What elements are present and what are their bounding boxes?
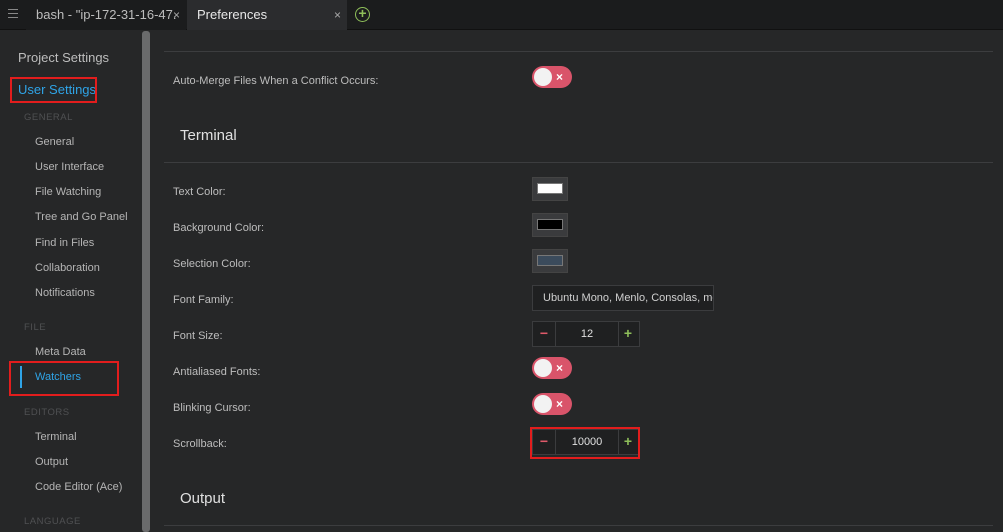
auto-merge-label: Auto-Merge Files When a Conflict Occurs: (173, 75, 379, 87)
tab-bar: bash - "ip-172-31-16-47.u × Preferences … (0, 0, 1003, 30)
sidebar-item-file-watching[interactable]: File Watching (35, 186, 101, 198)
font-size-decrement-button[interactable]: − (533, 322, 555, 346)
toggle-off-icon: × (556, 397, 564, 411)
antialiased-fonts-label: Antialiased Fonts: (173, 366, 261, 378)
toggle-off-icon: × (556, 361, 564, 375)
scrollback-label: Scrollback: (173, 438, 227, 450)
blinking-cursor-toggle[interactable]: × (532, 393, 572, 415)
font-family-label: Font Family: (173, 294, 234, 306)
sidebar-item-meta-data[interactable]: Meta Data (35, 346, 86, 358)
sidebar-item-tree-and-go-panel[interactable]: Tree and Go Panel (35, 211, 128, 223)
highlight-watchers (9, 361, 119, 396)
sidebar-item-output[interactable]: Output (35, 456, 68, 468)
sidebar-item-terminal[interactable]: Terminal (35, 431, 77, 443)
toggle-knob (534, 359, 552, 377)
highlight-user-settings (10, 77, 97, 103)
tab-bash[interactable]: bash - "ip-172-31-16-47.u × (26, 0, 186, 30)
sidebar-group-general: GENERAL (24, 112, 73, 123)
highlight-scrollback (530, 427, 640, 459)
toggle-knob (534, 68, 552, 86)
sidebar-group-language: LANGUAGE (24, 516, 81, 527)
selection-color-label: Selection Color: (173, 258, 251, 270)
font-family-input[interactable]: Ubuntu Mono, Menlo, Consolas, monospace (532, 285, 714, 311)
blinking-cursor-label: Blinking Cursor: (173, 402, 251, 414)
divider-terminal (164, 162, 993, 163)
selection-color-picker[interactable] (532, 249, 568, 273)
sidebar-item-find-in-files[interactable]: Find in Files (35, 237, 94, 249)
toggle-off-icon: × (556, 70, 564, 84)
sidebar-scrollbar[interactable] (142, 31, 150, 532)
hamburger-menu-icon[interactable] (8, 9, 18, 19)
sidebar-item-user-interface[interactable]: User Interface (35, 161, 104, 173)
sidebar-item-notifications[interactable]: Notifications (35, 287, 95, 299)
section-title-output: Output (180, 490, 226, 507)
text-color-picker[interactable] (532, 177, 568, 201)
font-size-increment-button[interactable]: + (617, 322, 639, 346)
tab-preferences-close-icon[interactable]: × (334, 0, 341, 30)
toggle-knob (534, 395, 552, 413)
add-tab-icon[interactable]: + (355, 6, 370, 22)
tab-bash-close-icon[interactable]: × (173, 0, 180, 30)
background-color-swatch (537, 219, 563, 230)
sidebar-item-general[interactable]: General (35, 136, 74, 148)
section-title-terminal: Terminal (180, 127, 237, 144)
settings-sidebar (0, 31, 150, 532)
selection-color-swatch (537, 255, 563, 266)
font-size-stepper[interactable]: − 12 + (532, 321, 640, 347)
auto-merge-toggle[interactable]: × (532, 66, 572, 88)
tab-preferences-label: Preferences (197, 7, 268, 22)
font-size-label: Font Size: (173, 330, 223, 342)
tab-bash-label: bash - "ip-172-31-16-47.u (36, 7, 176, 22)
text-color-swatch (537, 183, 563, 194)
font-size-value[interactable]: 12 (555, 322, 619, 346)
text-color-label: Text Color: (173, 186, 226, 198)
sidebar-item-collaboration[interactable]: Collaboration (35, 262, 100, 274)
background-color-picker[interactable] (532, 213, 568, 237)
sidebar-group-editors: EDITORS (24, 407, 70, 418)
divider-top (164, 51, 993, 52)
tab-preferences[interactable]: Preferences × (187, 0, 347, 30)
antialiased-fonts-toggle[interactable]: × (532, 357, 572, 379)
sidebar-group-file: FILE (24, 322, 47, 333)
sidebar-item-project-settings[interactable]: Project Settings (18, 50, 109, 65)
background-color-label: Background Color: (173, 222, 265, 234)
divider-output (164, 525, 993, 526)
sidebar-item-code-editor-ace[interactable]: Code Editor (Ace) (35, 481, 122, 493)
